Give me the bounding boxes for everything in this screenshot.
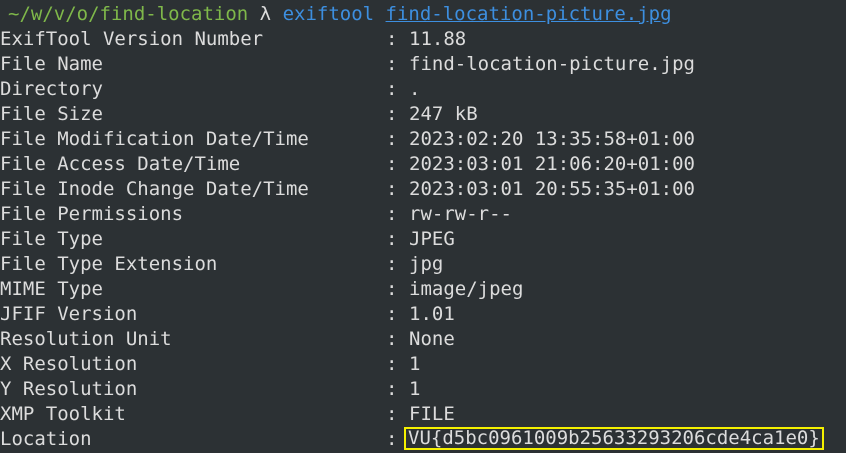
row-value: 2023:03:01 21:06:20+01:00 — [409, 153, 695, 175]
output-row: ExifTool Version Number : 11.88 — [0, 27, 846, 52]
output-row-location: Location : VU{d5bc0961009b25633293206cde… — [0, 427, 846, 452]
row-key: Resolution Unit — [0, 328, 172, 350]
row-separator: : — [386, 228, 398, 250]
output-row: File Access Date/Time : 2023:03:01 21:06… — [0, 152, 846, 177]
location-value-highlight: VU{d5bc0961009b25633293206cde4ca1e0} — [404, 427, 824, 450]
output-row: File Modification Date/Time : 2023:02:20… — [0, 127, 846, 152]
row-value: JPEG — [409, 228, 455, 250]
output-row: X Resolution : 1 — [0, 352, 846, 377]
terminal-window[interactable]: ~/w/v/o/find-location λ exiftool find-lo… — [0, 0, 846, 453]
output-row: JFIF Version : 1.01 — [0, 302, 846, 327]
row-separator: : — [386, 103, 398, 125]
row-value: rw-rw-r-- — [409, 203, 512, 225]
prompt-lambda: λ — [259, 3, 272, 25]
row-key: X Resolution — [0, 353, 138, 375]
row-key: Location — [0, 428, 92, 450]
row-key: File Inode Change Date/Time — [0, 178, 309, 200]
row-separator: : — [386, 128, 398, 150]
row-key: JFIF Version — [0, 303, 138, 325]
row-value: 1.01 — [409, 303, 455, 325]
prompt-cwd: ~/w/v/o/find-location — [8, 3, 249, 25]
row-value: FILE — [409, 403, 455, 425]
row-key: File Permissions — [0, 203, 184, 225]
row-value: 2023:03:01 20:55:35+01:00 — [409, 178, 695, 200]
row-separator: : — [386, 278, 398, 300]
row-value: image/jpeg — [409, 278, 524, 300]
row-key: File Access Date/Time — [0, 153, 241, 175]
output-row: XMP Toolkit : FILE — [0, 402, 846, 427]
row-key: File Modification Date/Time — [0, 128, 309, 150]
row-key: File Name — [0, 53, 103, 75]
prompt-argument-link[interactable]: find-location-picture.jpg — [386, 3, 672, 25]
row-separator: : — [386, 303, 398, 325]
row-value: None — [409, 328, 455, 350]
row-separator: : — [386, 328, 398, 350]
row-key: ExifTool Version Number — [0, 28, 264, 50]
output-row: MIME Type : image/jpeg — [0, 277, 846, 302]
output-row: Directory : . — [0, 77, 846, 102]
row-value: find-location-picture.jpg — [409, 53, 695, 75]
row-key: File Type Extension — [0, 253, 218, 275]
row-value: 247 kB — [409, 103, 478, 125]
output-row: File Size : 247 kB — [0, 102, 846, 127]
row-key: File Type — [0, 228, 103, 250]
row-value: 2023:02:20 13:35:58+01:00 — [409, 128, 695, 150]
row-value: jpg — [409, 253, 444, 275]
row-separator: : — [386, 28, 398, 50]
row-separator: : — [386, 78, 398, 100]
output-row: Y Resolution : 1 — [0, 377, 846, 402]
row-separator: : — [386, 53, 398, 75]
row-key: Directory — [0, 78, 103, 100]
row-key: MIME Type — [0, 278, 103, 300]
row-separator: : — [386, 428, 398, 450]
output-row: File Type : JPEG — [0, 227, 846, 252]
row-separator: : — [386, 203, 398, 225]
row-separator: : — [386, 253, 398, 275]
output-row: File Name : find-location-picture.jpg — [0, 52, 846, 77]
output-row: File Type Extension : jpg — [0, 252, 846, 277]
row-value: . — [409, 78, 421, 100]
output-row: File Inode Change Date/Time : 2023:03:01… — [0, 177, 846, 202]
output-row: File Permissions : rw-rw-r-- — [0, 202, 846, 227]
row-value: 11.88 — [409, 28, 467, 50]
prompt-line: ~/w/v/o/find-location λ exiftool find-lo… — [0, 2, 846, 27]
prompt-command: exiftool — [282, 3, 375, 25]
row-value: 1 — [409, 378, 421, 400]
row-value: 1 — [409, 353, 421, 375]
row-separator: : — [386, 178, 398, 200]
row-key: Y Resolution — [0, 378, 138, 400]
output-row: Resolution Unit : None — [0, 327, 846, 352]
row-key: File Size — [0, 103, 103, 125]
row-key: XMP Toolkit — [0, 403, 126, 425]
row-separator: : — [386, 153, 398, 175]
row-separator: : — [386, 403, 398, 425]
row-separator: : — [386, 353, 398, 375]
row-separator: : — [386, 378, 398, 400]
